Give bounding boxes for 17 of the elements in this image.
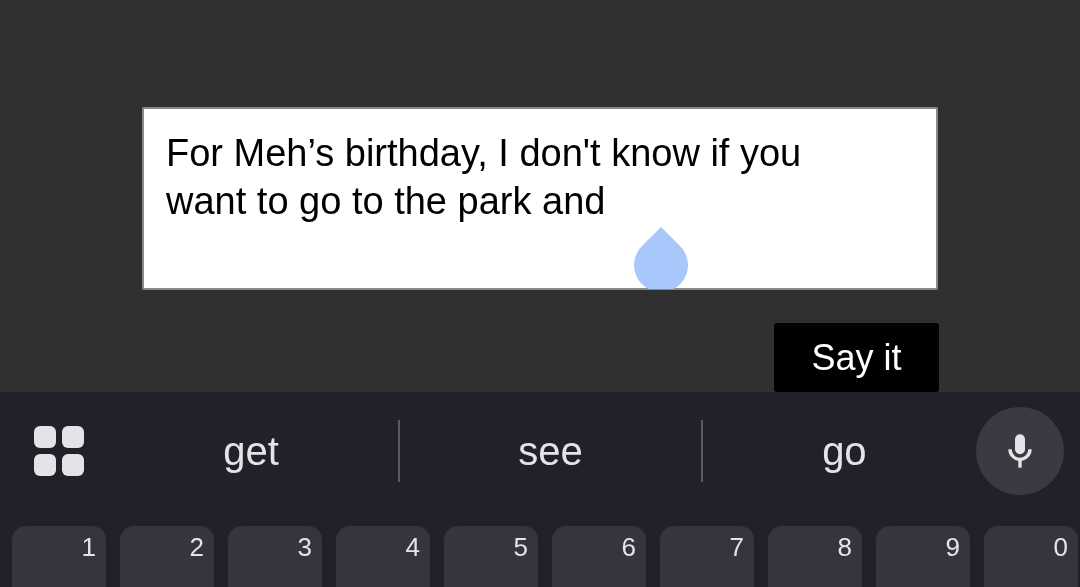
- number-key[interactable]: 0: [984, 526, 1078, 587]
- number-key[interactable]: 7: [660, 526, 754, 587]
- number-key[interactable]: 4: [336, 526, 430, 587]
- number-key[interactable]: 2: [120, 526, 214, 587]
- suggestion-word[interactable]: see: [478, 428, 623, 474]
- suggestion-word[interactable]: get: [183, 428, 319, 474]
- suggestion-word[interactable]: go: [782, 428, 907, 474]
- message-field[interactable]: For Meh’s birthday, I don't know if you want to go to the park and: [142, 107, 938, 290]
- cursor-handle-icon[interactable]: [634, 227, 688, 289]
- number-key[interactable]: 1: [12, 526, 106, 587]
- apps-grid-icon[interactable]: [34, 426, 84, 476]
- number-key[interactable]: 3: [228, 526, 322, 587]
- number-key[interactable]: 6: [552, 526, 646, 587]
- number-key[interactable]: 5: [444, 526, 538, 587]
- say-it-button[interactable]: Say it: [774, 323, 939, 392]
- number-key[interactable]: 9: [876, 526, 970, 587]
- number-key[interactable]: 8: [768, 526, 862, 587]
